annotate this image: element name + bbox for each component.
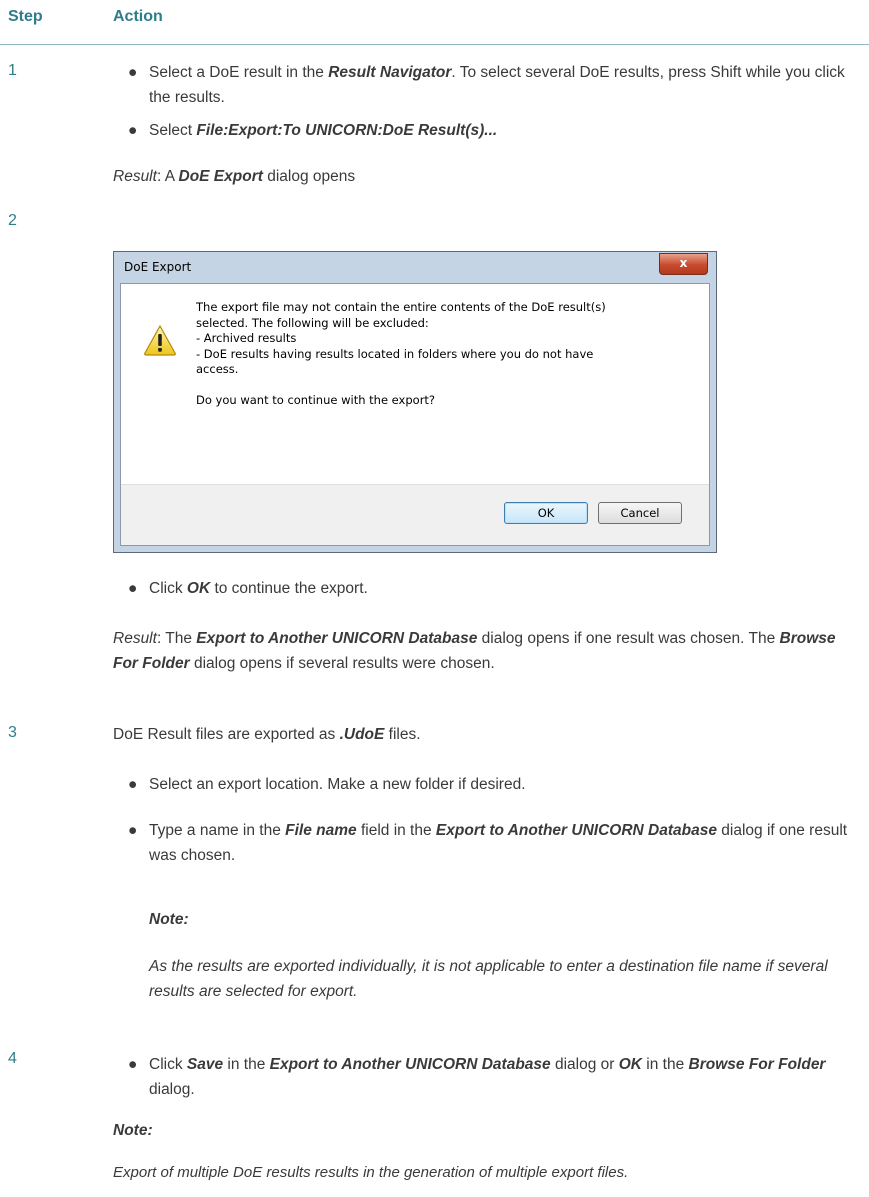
dialog-footer: OK Cancel [121,484,709,545]
note-title: Note: [149,911,189,928]
note-body: Export of multiple DoE results results i… [113,1164,629,1181]
step-number-2: 2 [8,212,17,229]
table-header: Step Action [0,0,869,45]
dialog-message: The export file may not contain the enti… [196,300,606,407]
step1-result: Result: A DoE Export dialog opens [113,168,356,185]
note-body: As the results are exported individually… [149,958,828,1000]
close-button: x [659,253,708,275]
dialog-title: DoE Export [124,260,192,274]
dialog-titlebar: DoE Export x [114,252,716,282]
result-navigator-ref: Result Navigator [328,64,452,81]
warning-icon [144,324,176,356]
ok-button: OK [504,502,588,524]
bullet-icon: ● [128,580,138,597]
step-number-4: 4 [8,1050,17,1067]
action-column-header: Action [113,8,163,25]
list-item: ● Click OK to continue the export. [128,576,853,601]
close-icon: x [679,256,688,270]
dialog-client: The export file may not contain the enti… [120,283,710,546]
cancel-button: Cancel [598,502,682,524]
list-item: ● Select a DoE result in the Result Navi… [128,60,853,110]
list-item: ● Select an export location. Make a new … [128,772,853,797]
bullet-icon: ● [128,64,138,81]
step-number-1: 1 [8,62,17,79]
step2-result: Result: The Export to Another UNICORN Da… [113,630,836,672]
list-item: ● Click Save in the Export to Another UN… [128,1052,853,1102]
bullet-icon: ● [128,822,138,839]
list-item: ● Type a name in the File name field in … [128,818,853,868]
menu-path-ref: File:Export:To UNICORN:DoE Result(s)... [196,122,498,139]
note-title: Note: [113,1122,153,1139]
bullet-icon: ● [128,1056,138,1073]
doe-export-dialog-screenshot: DoE Export x The export file may not con… [113,251,717,553]
step3-intro: DoE Result files are exported as .UdoE f… [113,726,421,743]
step-column-header: Step [8,8,43,25]
list-item: ● Select File:Export:To UNICORN:DoE Resu… [128,118,853,143]
bullet-icon: ● [128,776,138,793]
step-number-3: 3 [8,724,17,741]
bullet-icon: ● [128,122,138,139]
